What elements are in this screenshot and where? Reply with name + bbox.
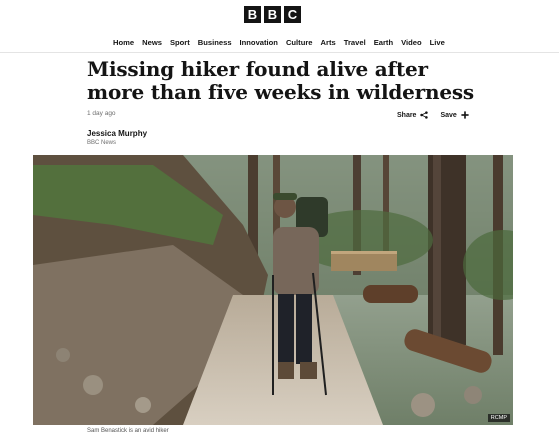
nav-item-culture[interactable]: Culture: [286, 38, 313, 47]
image-credit: RCMP: [487, 414, 510, 422]
logo-letter: B: [264, 6, 281, 23]
image-caption: Sam Benastick is an avid hiker: [87, 428, 169, 434]
bbc-logo[interactable]: B B C: [244, 6, 301, 23]
author-name[interactable]: Jessica Murphy: [87, 129, 147, 138]
nav-item-news[interactable]: News: [142, 38, 162, 47]
author-source: BBC News: [87, 140, 117, 146]
share-icon: [420, 111, 429, 119]
share-label: Share: [397, 111, 417, 119]
nav-item-business[interactable]: Business: [198, 38, 232, 47]
logo-letter: C: [284, 6, 301, 23]
article-timestamp: 1 day ago: [87, 110, 116, 117]
plus-icon: [461, 111, 469, 119]
nav-item-innovation[interactable]: Innovation: [240, 38, 278, 47]
nav-item-earth[interactable]: Earth: [374, 38, 393, 47]
main-nav: Home News Sport Business Innovation Cult…: [113, 38, 445, 47]
article-actions: Share Save: [397, 111, 469, 119]
site-header: B B C Home News Sport Business Innovatio…: [0, 0, 559, 53]
save-button[interactable]: Save: [440, 111, 469, 119]
nav-item-sport[interactable]: Sport: [170, 38, 190, 47]
hiker-photo: [33, 155, 513, 425]
logo-letter: B: [244, 6, 261, 23]
nav-item-arts[interactable]: Arts: [321, 38, 336, 47]
article-image: RCMP: [33, 155, 513, 425]
nav-item-travel[interactable]: Travel: [344, 38, 366, 47]
nav-item-video[interactable]: Video: [401, 38, 422, 47]
share-button[interactable]: Share: [397, 111, 429, 119]
article-headline: Missing hiker found alive after more tha…: [87, 57, 474, 104]
save-label: Save: [440, 111, 457, 119]
nav-item-live[interactable]: Live: [430, 38, 445, 47]
nav-item-home[interactable]: Home: [113, 38, 134, 47]
